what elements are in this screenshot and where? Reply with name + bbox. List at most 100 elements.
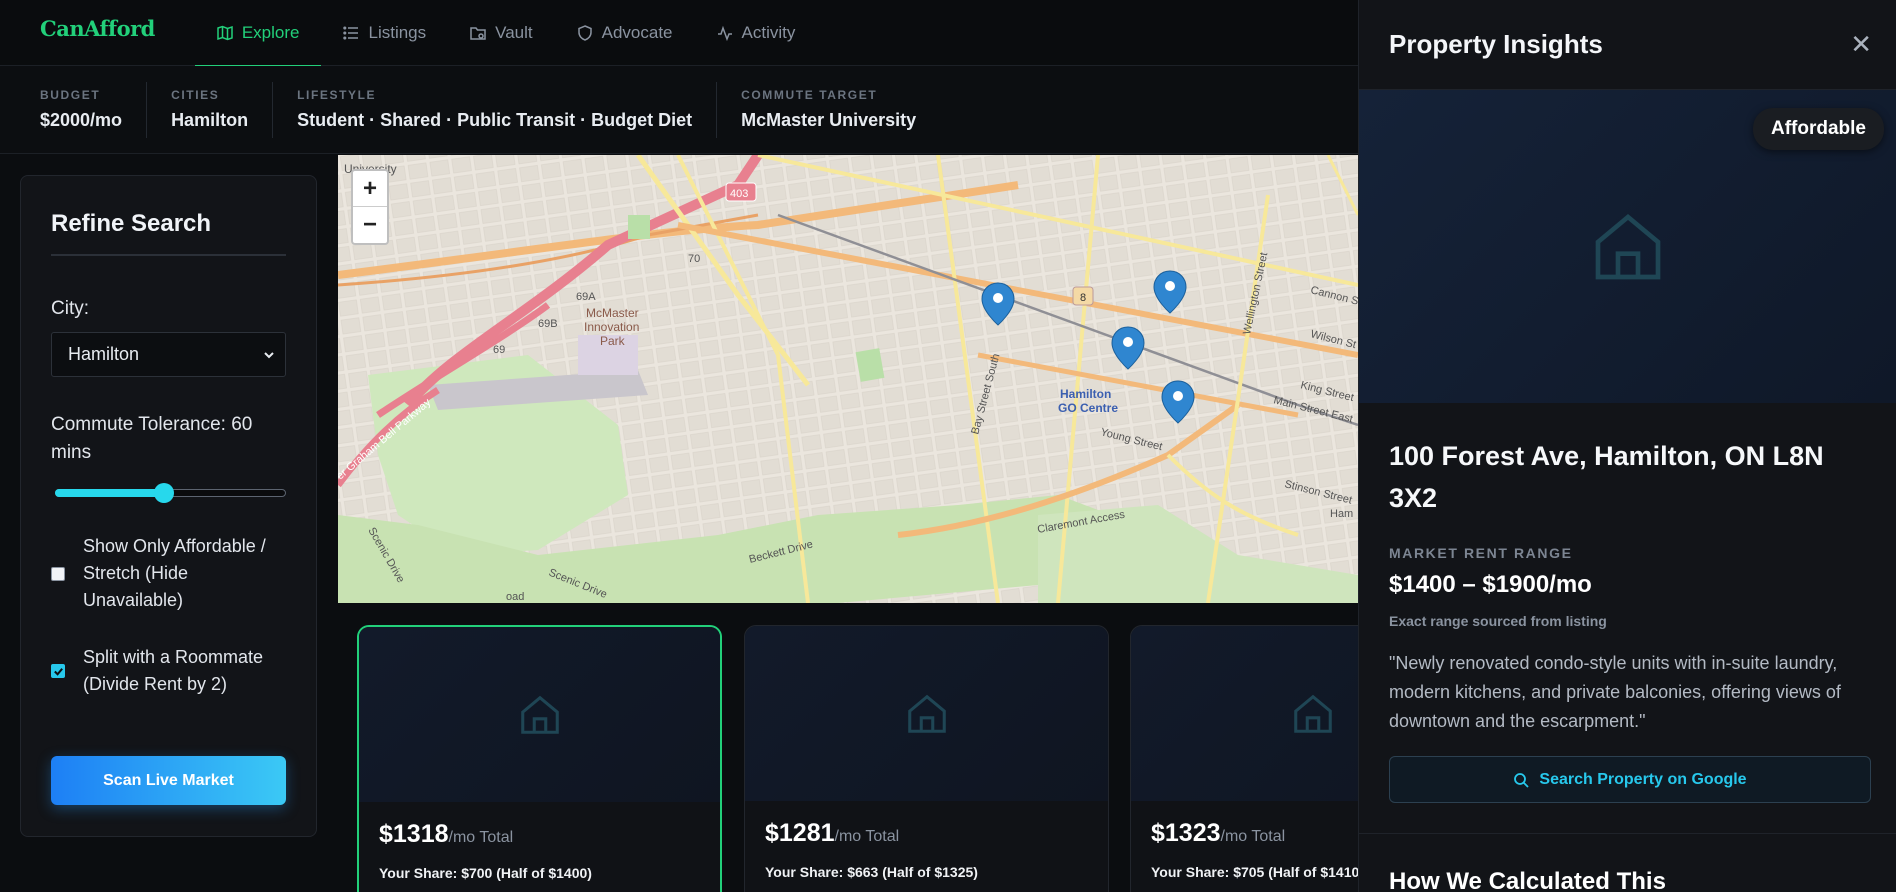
drawer-body: 100 Forest Ave, Hamilton, ON L8N 3X2 MAR…: [1359, 403, 1896, 892]
listing-share: Your Share: $705 (Half of $1410): [1151, 864, 1358, 880]
city-label: City:: [51, 298, 89, 319]
home-icon: [520, 695, 559, 734]
map-icon: [217, 25, 233, 41]
listing-card[interactable]: $1281/mo Total Your Share: $663 (Half of…: [744, 625, 1109, 892]
map-view[interactable]: University 403 8 70 69A 69B 69 McMaster …: [338, 155, 1358, 603]
nav-listings[interactable]: Listings: [321, 0, 448, 66]
listing-price-value: $1281: [765, 819, 835, 847]
listing-price: $1318/mo Total: [359, 802, 720, 849]
split-roommate-label: Split with a Roommate (Divide Rent by 2): [83, 647, 264, 694]
map-label: oad: [506, 591, 524, 603]
property-image-placeholder: Affordable: [1359, 90, 1896, 403]
listing-card[interactable]: $1318/mo Total Your Share: $700 (Half of…: [357, 625, 722, 892]
affordability-badge: Affordable: [1753, 108, 1884, 150]
profile-label: CITIES: [171, 88, 220, 102]
calculation-heading: How We Calculated This: [1389, 868, 1666, 892]
listing-price-suffix: /mo Total: [1220, 828, 1286, 845]
profile-value: Hamilton: [171, 110, 249, 130]
map-label: 69A: [576, 291, 596, 303]
affordable-filter-row[interactable]: Show Only Affordable / Stretch (Hide Una…: [51, 533, 286, 614]
nav-label: Vault: [495, 23, 533, 42]
activity-icon: [717, 25, 732, 41]
map-label: McMaster: [586, 306, 639, 320]
list-icon: [343, 26, 359, 40]
zoom-out-button[interactable]: −: [353, 207, 387, 243]
map-label: Innovation: [584, 320, 639, 334]
map-label: 403: [730, 188, 748, 200]
profile-label: COMMUTE TARGET: [741, 88, 878, 102]
nav-vault[interactable]: Vault: [448, 0, 555, 66]
app-root: CanAfford Explore Listings Vault Advocat…: [0, 0, 1896, 892]
listing-share: Your Share: $663 (Half of $1325): [765, 864, 978, 880]
rent-range-value: $1400 – $1900/mo: [1389, 571, 1592, 598]
folder-icon: [470, 27, 486, 40]
drawer-title: Property Insights: [1389, 29, 1603, 59]
city-select[interactable]: Hamilton: [51, 332, 286, 377]
listing-price-suffix: /mo Total: [448, 829, 514, 846]
shield-icon: [577, 25, 592, 41]
scan-live-market-button[interactable]: Scan Live Market: [51, 756, 286, 805]
chevron-down-icon: [264, 351, 274, 358]
affordable-only-label: Show Only Affordable / Stretch (Hide Una…: [83, 536, 266, 610]
listing-price-value: $1318: [379, 820, 449, 848]
close-icon[interactable]: ✕: [1850, 29, 1872, 60]
map-label: Park: [600, 334, 626, 348]
listing-card[interactable]: $1323/mo Total Your Share: $705 (Half of…: [1130, 625, 1358, 892]
divider: [1359, 833, 1896, 834]
search-google-button[interactable]: Search Property on Google: [1389, 756, 1871, 803]
commute-tolerance-slider[interactable]: [51, 483, 286, 503]
drawer-header: Property Insights ✕: [1359, 0, 1896, 90]
city-select-value: Hamilton: [68, 344, 140, 364]
listing-image-placeholder: [1131, 626, 1358, 801]
search-google-label: Search Property on Google: [1539, 770, 1747, 788]
property-insights-drawer: Property Insights ✕ Affordable 100 Fores…: [1358, 0, 1896, 892]
profile-budget: BUDGET $2000/mo: [40, 81, 148, 138]
slider-fill: [55, 489, 164, 497]
nav-label: Explore: [241, 23, 300, 42]
rent-range-label: MARKET RENT RANGE: [1389, 545, 1573, 561]
search-icon: [1514, 772, 1530, 788]
listing-image-placeholder: [359, 627, 720, 802]
map-tiles[interactable]: University 403 8 70 69A 69B 69 McMaster …: [338, 155, 1358, 603]
listing-price: $1323/mo Total: [1131, 801, 1358, 848]
affordable-only-checkbox[interactable]: [51, 566, 65, 581]
map-label: GO Centre: [1058, 401, 1118, 415]
refine-search-panel: Refine Search City: Hamilton Commute Tol…: [20, 175, 317, 837]
profile-label: BUDGET: [40, 88, 101, 102]
zoom-control: + −: [351, 169, 389, 245]
property-description: "Newly renovated condo-style units with …: [1389, 653, 1841, 731]
profile-label: LIFESTYLE: [297, 88, 377, 102]
listing-price-value: $1323: [1151, 819, 1221, 847]
checkmark-icon: [53, 667, 63, 676]
slider-handle[interactable]: [153, 483, 174, 503]
zoom-in-button[interactable]: +: [353, 171, 387, 207]
home-icon: [1293, 694, 1332, 733]
split-roommate-row[interactable]: Split with a Roommate (Divide Rent by 2): [51, 644, 286, 698]
nav-explore[interactable]: Explore: [194, 0, 322, 67]
commute-tolerance-label: Commute Tolerance: 60 mins: [51, 414, 253, 463]
nav-advocate[interactable]: Advocate: [555, 0, 695, 66]
listing-price: $1281/mo Total: [745, 801, 1108, 848]
profile-lifestyle: LIFESTYLE Student · Shared · Public Tran…: [297, 81, 718, 138]
nav-label: Listings: [368, 23, 427, 42]
listing-image-placeholder: [745, 626, 1108, 801]
map-label: 69: [493, 344, 505, 356]
listing-share: Your Share: $700 (Half of $1400): [379, 865, 592, 881]
brand-logo[interactable]: CanAfford: [0, 0, 195, 65]
nav-label: Advocate: [601, 23, 673, 42]
nav-label: Activity: [741, 23, 796, 42]
map-label: 69B: [538, 318, 558, 330]
profile-commute-target: COMMUTE TARGET McMaster University: [741, 82, 940, 138]
top-nav: CanAfford Explore Listings Vault Advocat…: [0, 0, 1358, 67]
listing-cards: $1318/mo Total Your Share: $700 (Half of…: [338, 603, 1358, 892]
map-label: 70: [688, 253, 700, 265]
home-icon: [1595, 213, 1660, 279]
split-roommate-checkbox[interactable]: [51, 664, 65, 678]
profile-value: McMaster University: [741, 110, 917, 130]
refine-search-title: Refine Search: [51, 210, 286, 256]
rent-range-note: Exact range sourced from listing: [1389, 613, 1607, 629]
property-address: 100 Forest Ave, Hamilton, ON L8N 3X2: [1389, 441, 1824, 513]
nav-activity[interactable]: Activity: [695, 0, 818, 66]
home-icon: [907, 694, 946, 733]
listing-price-suffix: /mo Total: [834, 828, 900, 845]
